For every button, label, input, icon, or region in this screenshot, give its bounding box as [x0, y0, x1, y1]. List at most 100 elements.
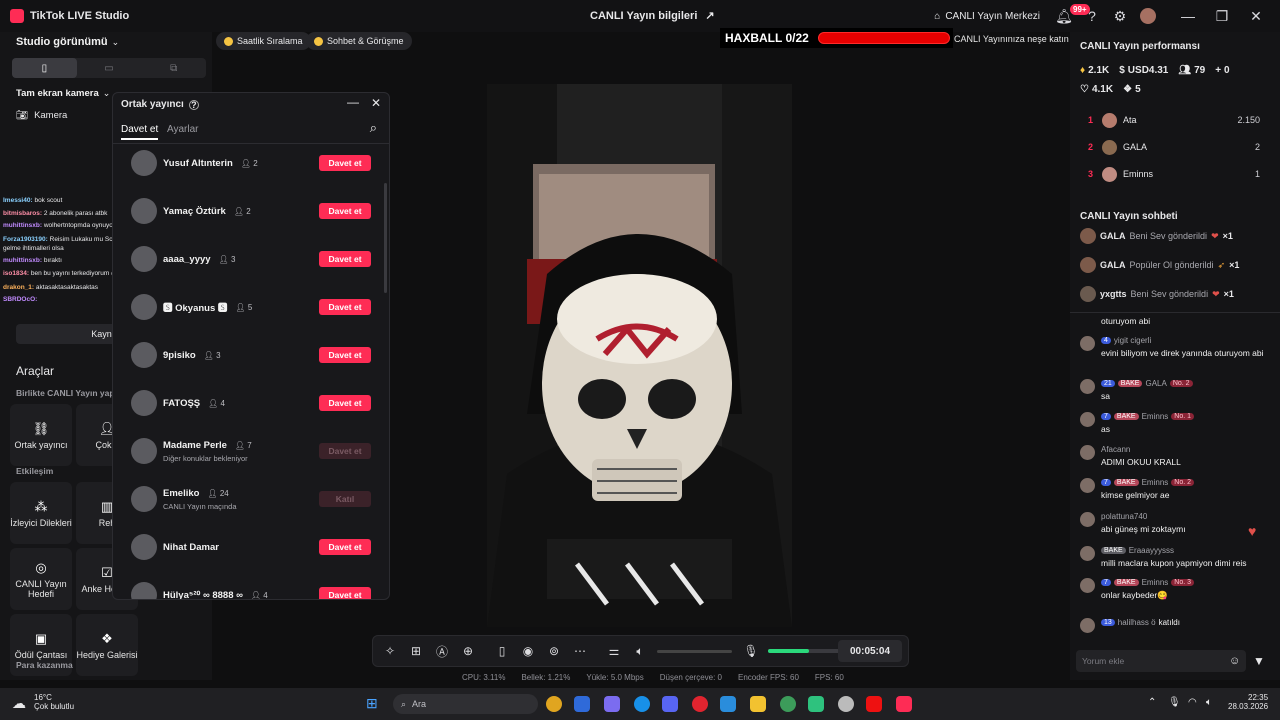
overlay-chat-line: gelme ihtimalleri olsa [3, 245, 64, 252]
chat-username[interactable]: Eminns [1142, 578, 1169, 587]
store-icon[interactable] [574, 696, 590, 712]
tab-invite[interactable]: Davet et [121, 124, 159, 140]
chevron-down-icon: ⌄ [102, 88, 111, 98]
folder-icon[interactable] [750, 696, 766, 712]
invite-button[interactable]: Davet et [319, 299, 371, 315]
ranking-row[interactable]: 3 Eminns 1 [1088, 165, 1260, 183]
invite-button[interactable]: Davet et [319, 443, 371, 459]
chat-username[interactable]: Eraaayyysss [1129, 546, 1174, 555]
windows-start-icon[interactable]: ⊞ [366, 695, 378, 712]
live-info-button[interactable]: CANLI Yayın bilgileri ↗ [590, 9, 715, 23]
haxball-banner[interactable]: HAXBALL 0/22 [720, 28, 953, 48]
app-icon[interactable] [838, 696, 854, 712]
candidate-follower-count: 👤︎ 3 [203, 350, 221, 360]
candidate-status: Diğer konuklar bekleniyor [163, 453, 248, 463]
avatar [1080, 286, 1096, 302]
chrome-icon[interactable] [780, 696, 796, 712]
speaker-icon[interactable]: 🔈︎ [627, 644, 653, 659]
mixer-icon[interactable]: ⚌ [601, 644, 627, 658]
chat-username[interactable]: GALA [1145, 379, 1166, 388]
chat-username[interactable]: yigit cigerli [1114, 336, 1151, 345]
chat-text: oturuyom abi [1101, 316, 1151, 326]
xbox-icon[interactable] [808, 696, 824, 712]
invite-button[interactable]: Davet et [319, 155, 371, 171]
emoji-icon[interactable]: ☺ [1229, 655, 1240, 667]
chat-username[interactable]: halilhass ö [1118, 618, 1156, 627]
chat-message: polattuna740 abi güneş mi zoktaymı [1080, 512, 1270, 534]
diamonds-stat: ♦ 2.1K [1080, 65, 1110, 76]
hourly-ranking-chip[interactable]: Saatlik Sıralama [216, 32, 311, 50]
fullscreen-camera-dropdown[interactable]: Tam ekran kamera ⌄ [16, 88, 110, 99]
maximize-icon[interactable]: ❐ [1208, 2, 1236, 30]
youtube-icon[interactable] [866, 696, 882, 712]
ranking-row[interactable]: 2 GALA 2 [1088, 138, 1260, 156]
invite-button[interactable]: Davet et [319, 587, 371, 599]
chrome-icon[interactable] [546, 696, 562, 712]
chat-text: as [1101, 424, 1110, 434]
comment-input[interactable]: Yorum ekle [1076, 650, 1246, 672]
ranking-name: Ata [1123, 115, 1137, 125]
tab-settings[interactable]: Ayarlar [167, 124, 199, 135]
teams-icon[interactable] [604, 696, 620, 712]
crop-icon[interactable]: ⊞ [403, 644, 429, 658]
camera-source[interactable]: 📷︎ Kamera [16, 110, 67, 121]
magic-wand-icon[interactable]: ✧ [377, 644, 403, 658]
minimize-dialog-icon[interactable]: — [347, 95, 359, 109]
focus-icon[interactable]: ⊚ [541, 644, 567, 658]
ranking-row[interactable]: 1 Ata 2.150 [1088, 111, 1260, 129]
mail-icon[interactable] [720, 696, 736, 712]
gift-gallery-tile[interactable]: ❖ Hediye Galerisi [76, 614, 138, 676]
live-goal-tile[interactable]: ◎ CANLI Yayın Hedefi [10, 548, 72, 610]
volume-slider[interactable] [657, 649, 732, 653]
studio-view-dropdown[interactable]: Studio görünümü ⌄ [16, 36, 119, 48]
taskbar-search[interactable]: ⌕ Ara [393, 694, 538, 714]
overlay-chat-line: SBRDOcO: [3, 296, 38, 303]
tray-chevron-icon[interactable]: ⌃ [1148, 697, 1156, 708]
landscape-view-option[interactable]: ▭ [77, 58, 142, 78]
system-clock[interactable]: 22:35 28.03.2026 [1228, 693, 1268, 711]
mic-level-slider[interactable] [768, 649, 843, 653]
discord-icon[interactable] [662, 696, 678, 712]
ai-icon[interactable]: Ⓐ [429, 643, 455, 660]
chat-username[interactable]: Eminns [1142, 478, 1169, 487]
phone-icon[interactable]: ▯ [489, 644, 515, 658]
viewer-requests-tile[interactable]: ⁂ İzleyici Dilekleri [10, 482, 72, 544]
portrait-view-option[interactable]: ▯ [12, 58, 77, 78]
more-icon[interactable]: ⋯ [567, 644, 593, 658]
tiktok-icon[interactable] [896, 696, 912, 712]
cohost-tile[interactable]: ⛓ Ortak yayıncı [10, 404, 72, 466]
edge-icon[interactable] [634, 696, 650, 712]
join-button[interactable]: Katıl [319, 491, 371, 507]
microphone-icon[interactable]: 🎙︎ [1168, 697, 1181, 708]
add-media-icon[interactable]: ⊕ [455, 644, 481, 658]
invite-button[interactable]: Davet et [319, 203, 371, 219]
info-icon[interactable]: ? [188, 99, 199, 110]
invite-button[interactable]: Davet et [319, 539, 371, 555]
split-view-option[interactable]: ⧉ [141, 58, 206, 78]
ranking-name: GALA [1123, 142, 1148, 152]
invite-button[interactable]: Davet et [319, 347, 371, 363]
record-icon[interactable]: ◉ [515, 644, 541, 658]
close-window-icon[interactable]: ✕ [1242, 2, 1270, 30]
chat-username[interactable]: Afacann [1101, 445, 1130, 454]
volume-icon[interactable]: 🔈︎ [1206, 697, 1212, 708]
chat-meet-chip[interactable]: Sohbet & Görüşme [306, 32, 412, 50]
chat-username[interactable]: Eminns [1142, 412, 1169, 421]
close-dialog-icon[interactable]: ✕ [371, 96, 381, 110]
profile-avatar[interactable] [1134, 2, 1162, 30]
minimize-icon[interactable]: — [1174, 2, 1202, 30]
filter-icon[interactable]: ▼ [1253, 654, 1265, 668]
live-center-button[interactable]: ⌂ CANLI Yayın Merkezi [934, 11, 1040, 22]
candidate-row: 9pisiko 👤︎ 3 Davet et [131, 337, 371, 373]
settings-gear-icon[interactable]: ⚙ [1106, 2, 1134, 30]
invite-button[interactable]: Davet et [319, 395, 371, 411]
add-user-icon: + [1215, 65, 1222, 76]
opera-icon[interactable] [692, 696, 708, 712]
candidate-name: Emeliko [163, 487, 200, 499]
invite-button[interactable]: Davet et [319, 251, 371, 267]
scrollbar-thumb[interactable] [384, 183, 387, 293]
microphone-icon[interactable]: 🎙︎ [738, 644, 764, 658]
search-icon[interactable]: ⌕ [370, 120, 377, 136]
chat-username[interactable]: polattuna740 [1101, 512, 1147, 521]
network-icon[interactable]: ◠ [1188, 697, 1197, 708]
